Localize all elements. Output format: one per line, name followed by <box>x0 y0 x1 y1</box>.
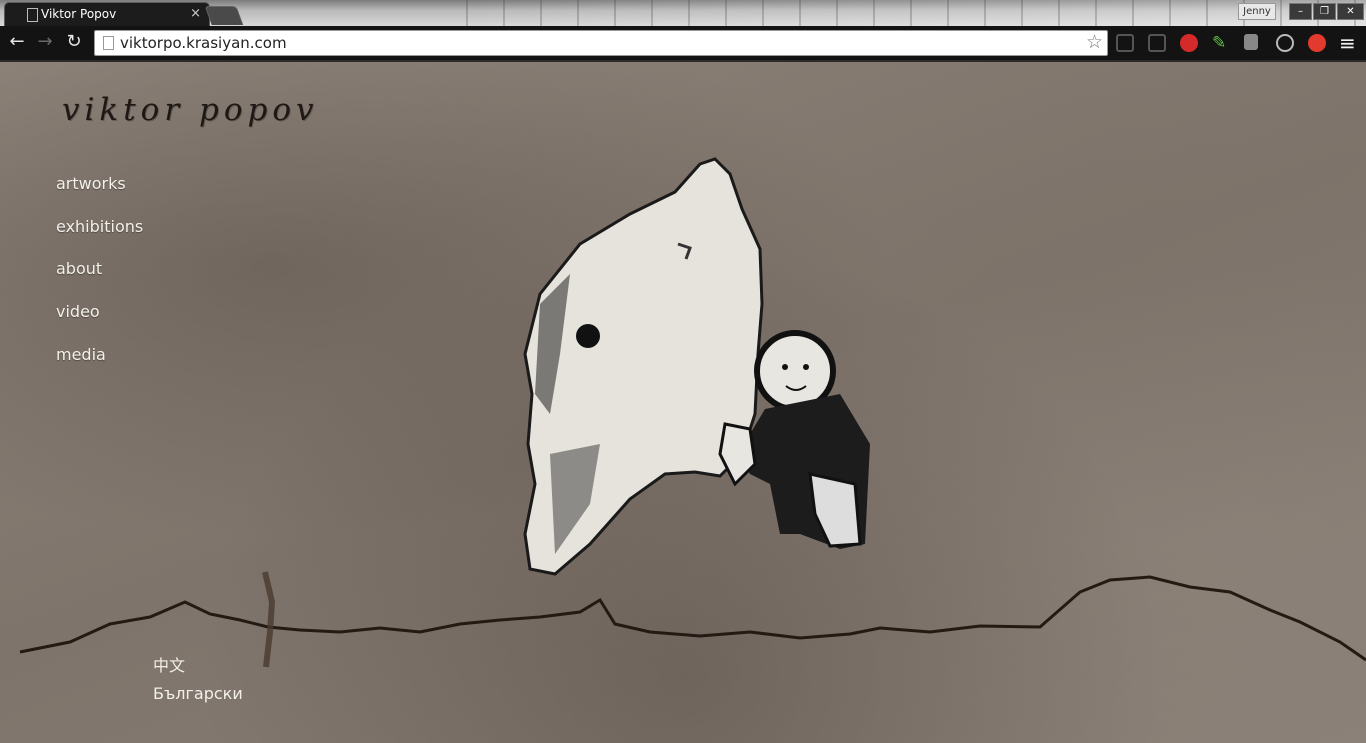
back-button[interactable]: ← <box>6 31 28 53</box>
address-bar[interactable]: viktorpo.krasiyan.com ☆ <box>94 30 1108 56</box>
nav-media[interactable]: media <box>56 345 106 364</box>
nav-artworks[interactable]: artworks <box>56 174 126 193</box>
profile-badge[interactable]: Jenny <box>1238 3 1276 20</box>
window-icon[interactable] <box>1148 34 1166 52</box>
window-icon[interactable] <box>1116 34 1134 52</box>
nav-video[interactable]: video <box>56 302 100 321</box>
maximize-button[interactable]: ❐ <box>1313 3 1336 20</box>
bookmark-star-icon[interactable]: ☆ <box>1086 31 1103 53</box>
page-content: viktor popov artworks exhibitions about … <box>0 62 1366 743</box>
stop-icon[interactable] <box>1180 34 1198 52</box>
copy-icon[interactable] <box>1244 34 1258 50</box>
reload-button[interactable]: ↻ <box>63 31 85 53</box>
tab-close-icon[interactable]: × <box>190 6 201 21</box>
nav-exhibitions[interactable]: exhibitions <box>56 217 143 236</box>
forward-button[interactable]: → <box>34 31 56 53</box>
menu-icon[interactable]: ≡ <box>1339 31 1356 55</box>
tab-title: Viktor Popov <box>41 7 117 21</box>
site-logo[interactable]: viktor popov <box>62 92 319 128</box>
browser-toolbar: ← → ↻ viktorpo.krasiyan.com ☆ ✎ ≡ <box>0 26 1366 62</box>
language-bulgarian-link[interactable]: Български <box>153 684 243 703</box>
minimize-button[interactable]: – <box>1289 3 1312 20</box>
titlebar-background <box>466 0 1366 26</box>
close-window-button[interactable]: ✕ <box>1337 3 1364 20</box>
url-text[interactable]: viktorpo.krasiyan.com <box>120 34 287 52</box>
new-tab-button[interactable] <box>204 6 244 25</box>
nav-about[interactable]: about <box>56 259 102 278</box>
pen-icon[interactable]: ✎ <box>1212 34 1230 52</box>
red-extension-icon[interactable] <box>1308 34 1326 52</box>
language-chinese-link[interactable]: 中文 <box>153 652 185 676</box>
window-titlebar: Viktor Popov × Jenny – ❐ ✕ <box>0 0 1366 26</box>
browser-tab[interactable]: Viktor Popov × <box>4 2 210 26</box>
block-icon[interactable] <box>1276 34 1294 52</box>
artwork-image[interactable] <box>510 154 890 594</box>
page-icon <box>103 36 114 50</box>
page-icon <box>27 8 38 22</box>
